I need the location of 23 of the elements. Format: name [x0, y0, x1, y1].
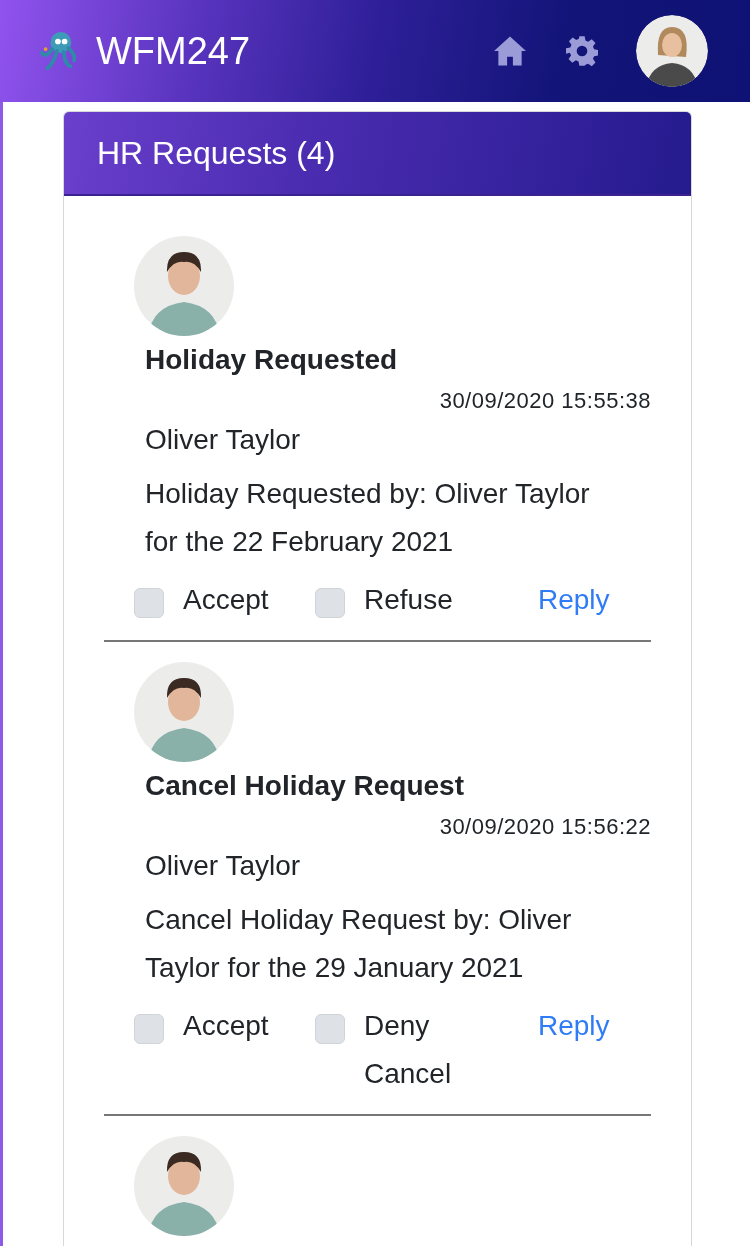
- requester-name: Oliver Taylor: [145, 850, 302, 882]
- timestamp: 30/09/2020 15:56:22: [438, 814, 651, 840]
- checkbox[interactable]: [134, 588, 164, 618]
- request-title: Holiday Requested: [145, 344, 399, 376]
- request-message: Cancel Holiday Request by: Oliver Taylor for the 29 January 2021: [145, 903, 573, 985]
- octopus-logo-icon[interactable]: [38, 30, 76, 72]
- card-title: HR Requests (4): [97, 134, 336, 172]
- request-title: Cancel Holiday Request: [145, 770, 465, 802]
- reply-link[interactable]: Reply: [538, 576, 610, 624]
- checkbox-label[interactable]: Deny Cancel: [364, 1002, 484, 1098]
- checkbox-label[interactable]: Refuse: [364, 576, 484, 624]
- checkbox[interactable]: [315, 1014, 345, 1044]
- checkbox[interactable]: [134, 1014, 164, 1044]
- home-icon[interactable]: [492, 35, 528, 67]
- checkbox-label[interactable]: Accept: [183, 576, 269, 624]
- request-message: Holiday Requested by: Oliver Taylor for the 22 February 2021: [145, 477, 591, 559]
- requester-name: Oliver Taylor: [145, 424, 302, 456]
- checkbox-label[interactable]: Accept: [183, 1002, 269, 1050]
- settings-icon[interactable]: [566, 35, 598, 67]
- timestamp: 30/09/2020 15:55:38: [438, 388, 651, 414]
- reply-link[interactable]: Reply: [538, 1002, 610, 1050]
- app-title: WFM247: [96, 29, 251, 73]
- checkbox[interactable]: [315, 588, 345, 618]
